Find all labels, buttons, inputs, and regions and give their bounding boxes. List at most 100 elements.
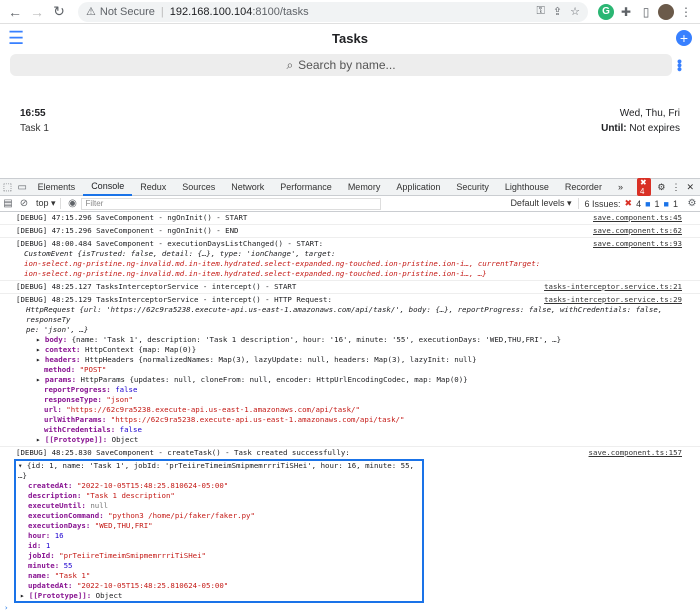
object-property[interactable]: [[Prototype]]: Object [16, 435, 694, 445]
task-item[interactable]: 16:55 Task 1 Wed, Thu, Fri Until: Not ex… [20, 108, 680, 140]
tab-lighthouse[interactable]: Lighthouse [497, 178, 557, 196]
log-line: [DEBUG] 47:15.296 SaveComponent - ngOnIn… [0, 212, 700, 225]
grammarly-extension-icon[interactable]: G [598, 3, 614, 20]
custom-event-object[interactable]: CustomEvent {isTrusted: false, detail: {… [16, 249, 694, 279]
add-task-button[interactable]: + [676, 30, 692, 46]
search-placeholder: Search by name... [298, 58, 396, 72]
log-source-link[interactable]: save.component.ts:157 [589, 448, 682, 458]
property-value: false [119, 425, 142, 434]
reload-icon[interactable]: ↻ [50, 3, 68, 21]
tab-recorder[interactable]: Recorder [557, 178, 610, 196]
http-request-object[interactable]: HttpRequest {url: 'https://62c9ra5238.ex… [16, 305, 694, 335]
property-key: executionCommand: [28, 511, 104, 520]
avatar[interactable] [658, 3, 674, 20]
sidebar-icon[interactable]: ▯ [638, 4, 654, 20]
tab-performance[interactable]: Performance [272, 178, 340, 196]
property-value: "POST" [79, 365, 107, 374]
property-value: "2022-10-05T15:48:25.810624-05:00" [76, 481, 229, 490]
forward-arrow-icon[interactable]: → [28, 3, 46, 21]
security-status: Not Secure [99, 5, 155, 18]
property-key: withCredentials: [44, 425, 116, 434]
issues-label: 6 Issues: [584, 198, 621, 209]
object-property: hour: 16 [18, 531, 420, 541]
property-value: "https://62c9ra5238.execute-api.us-east-… [66, 405, 360, 414]
devtools-menu-icon[interactable]: ⋮ [671, 182, 680, 193]
property-key: createdAt: [28, 481, 73, 490]
custom-event-line: CustomEvent {isTrusted: false, detail: {… [24, 249, 336, 258]
error-badge[interactable]: ✖ 4 [636, 178, 652, 196]
address-bar[interactable]: ⚠ Not Secure | 192.168.100.104 :8100/tas… [78, 1, 588, 22]
log-source-link[interactable]: save.component.ts:62 [593, 226, 682, 236]
sidebar-toggle-icon[interactable]: ▤ [0, 198, 16, 209]
property-value: "python3 /home/pi/faker/faker.py" [108, 511, 255, 520]
close-icon[interactable]: ✕ [686, 182, 694, 193]
issues-info-count: 1 [654, 198, 660, 209]
context-select[interactable]: top ▾ [32, 198, 61, 209]
object-property[interactable]: context: HttpContext {map: Map(0)} [16, 345, 694, 355]
property-value: {name: 'Task 1', description: 'Task 1 de… [71, 335, 562, 344]
task-time: 16:55 [20, 108, 46, 119]
kebab-menu-icon[interactable]: ⋮ [678, 4, 694, 20]
tab-application[interactable]: Application [388, 178, 448, 196]
console-settings-icon[interactable]: ⚙ [684, 198, 700, 209]
property-key: description: [28, 491, 82, 500]
property-value: "json" [106, 395, 134, 404]
object-property: executeUntil: null [18, 501, 420, 511]
object-property: createdAt: "2022-10-05T15:48:25.810624-0… [18, 481, 420, 491]
custom-event-line: ion-select.ng-pristine.ng-invalid.md.in-… [24, 259, 541, 268]
tab-elements[interactable]: Elements [30, 178, 84, 196]
tab-security[interactable]: Security [448, 178, 497, 196]
more-options-icon[interactable]: ••• [672, 59, 690, 71]
log-line: [DEBUG] 48:25.127 TasksInterceptorServic… [0, 281, 700, 294]
log-source-link[interactable]: save.component.ts:93 [593, 239, 682, 249]
puzzle-extensions-icon[interactable]: ✚ [618, 4, 634, 20]
object-property: executionCommand: "python3 /home/pi/fake… [18, 511, 420, 521]
settings-gear-icon[interactable]: ⚙ [657, 182, 665, 193]
property-value: HttpHeaders {normalizedNames: Map(3), la… [84, 355, 477, 364]
custom-event-line: ion-select.ng-pristine.ng-invalid.md.in-… [24, 269, 487, 278]
object-property[interactable]: body: {name: 'Task 1', description: 'Tas… [16, 335, 694, 345]
share-icon[interactable]: ⇪ [553, 5, 562, 18]
eye-icon[interactable]: ◉ [65, 198, 81, 209]
object-property: responseType: "json" [16, 395, 694, 405]
inspect-element-icon[interactable]: ⬚ [0, 182, 15, 193]
page-title: Tasks [332, 30, 368, 46]
search-input[interactable]: ⌕ Search by name... [10, 54, 672, 76]
property-value: "Task 1 description" [85, 491, 175, 500]
tab-network[interactable]: Network [223, 178, 272, 196]
log-line: [DEBUG] 48:00.484 SaveComponent - execut… [0, 238, 700, 281]
task-object-highlight[interactable]: ▾ {id: 1, name: 'Task 1', jobId: 'prTeii… [14, 459, 424, 603]
clear-console-icon[interactable]: ⊘ [16, 198, 32, 209]
tab-redux[interactable]: Redux [132, 178, 174, 196]
hamburger-menu-icon[interactable]: ☰ [8, 28, 28, 49]
log-levels-select[interactable]: Default levels ▾ [504, 198, 577, 209]
property-key: urlWithParams: [44, 415, 107, 424]
issues-button[interactable]: 6 Issues: ✖ 4 ■ 1 ■ 1 [577, 198, 685, 209]
log-source-link[interactable]: save.component.ts:45 [593, 213, 682, 223]
log-source-link[interactable]: tasks-interceptor.service.ts:21 [544, 282, 682, 292]
device-toolbar-icon[interactable]: ▭ [15, 182, 30, 193]
log-text: [DEBUG] 47:15.296 SaveComponent - ngOnIn… [16, 226, 239, 235]
tab-console[interactable]: Console [83, 178, 133, 196]
back-arrow-icon[interactable]: ← [6, 3, 24, 21]
log-line: [DEBUG] 48:25.830 SaveComponent - create… [0, 447, 700, 459]
star-icon[interactable]: ☆ [570, 5, 580, 18]
tab-memory[interactable]: Memory [340, 178, 389, 196]
url-separator: | [160, 5, 164, 18]
object-property: executionDays: "WED,THU,FRI" [18, 521, 420, 531]
object-property: name: "Task 1" [18, 571, 420, 581]
key-icon[interactable]: ⚿ [537, 5, 545, 18]
more-tabs-icon[interactable]: » [610, 178, 631, 196]
object-property: id: 1 [18, 541, 420, 551]
console-prompt[interactable]: › [0, 603, 700, 613]
property-key: url: [44, 405, 62, 414]
tab-sources[interactable]: Sources [174, 178, 223, 196]
log-text: [DEBUG] 47:15.296 SaveComponent - ngOnIn… [16, 213, 248, 222]
object-property: updatedAt: "2022-10-05T15:48:25.810624-0… [18, 581, 420, 591]
log-text: [DEBUG] 48:25.129 TasksInterceptorServic… [16, 295, 332, 304]
warning-icon[interactable]: ⚠ [86, 5, 96, 18]
log-source-link[interactable]: tasks-interceptor.service.ts:29 [544, 295, 682, 305]
object-property[interactable]: headers: HttpHeaders {normalizedNames: M… [16, 355, 694, 365]
filter-input[interactable]: Filter [80, 197, 381, 210]
object-property[interactable]: params: HttpParams {updates: null, clone… [16, 375, 694, 385]
